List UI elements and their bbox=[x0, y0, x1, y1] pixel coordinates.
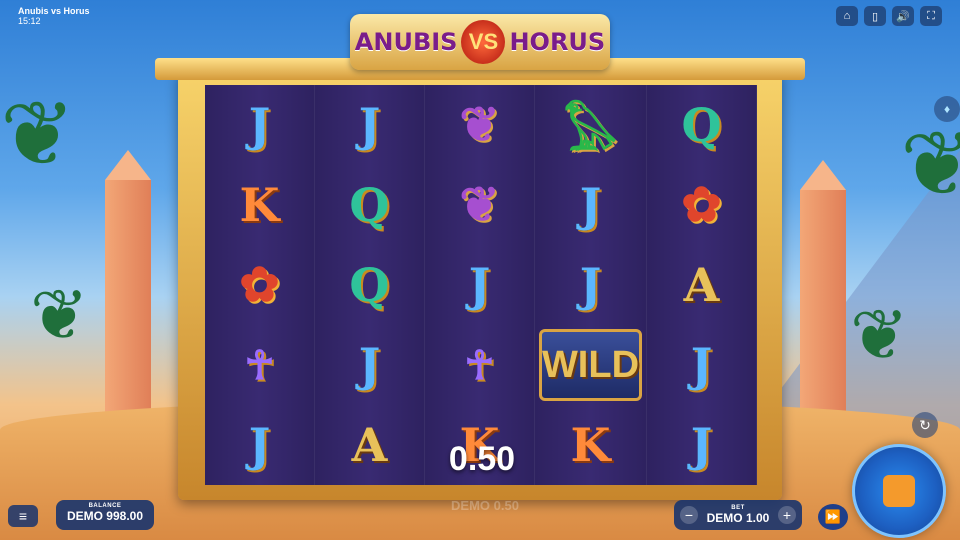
fast-forward-icon: ⏩ bbox=[824, 509, 842, 524]
palm-right: ❦ bbox=[900, 115, 960, 215]
window-title: Anubis vs Horus bbox=[18, 6, 90, 16]
symbol-j: J bbox=[579, 178, 602, 232]
symbol-q: Q bbox=[681, 98, 722, 152]
symbol-k: K bbox=[570, 418, 611, 472]
symbol-j: J bbox=[468, 258, 491, 312]
balance-value: DEMO 998.00 bbox=[66, 509, 144, 523]
palm-left: ❦ bbox=[0, 85, 76, 185]
fullscreen-icon: ⛶ bbox=[927, 9, 935, 22]
sound-button[interactable]: 🔊 bbox=[892, 6, 914, 26]
symbol-lotus: ❦ bbox=[459, 177, 500, 233]
autoplay-icon: ↻ bbox=[919, 416, 931, 433]
bet-decrease-button[interactable]: − bbox=[680, 506, 698, 524]
home-button[interactable]: ⌂ bbox=[836, 6, 858, 26]
symbol-ankh: ☥ bbox=[244, 341, 275, 389]
ghost-win-text: DEMO 0.50 bbox=[451, 498, 519, 513]
symbol-a: A bbox=[351, 418, 388, 472]
menu-button[interactable]: ≡ bbox=[8, 505, 38, 527]
menu-icon: ≡ bbox=[18, 508, 28, 524]
symbol-j: J bbox=[248, 418, 271, 472]
symbol-j: J bbox=[690, 418, 713, 472]
clock: 15:12 bbox=[18, 16, 41, 26]
symbol-q: Q bbox=[349, 178, 390, 232]
balance-panel: BALANCE DEMO 998.00 bbox=[56, 500, 154, 530]
top-toolbar: ⌂ ▯ 🔊 ⛶ bbox=[836, 6, 942, 26]
symbol-j: J bbox=[248, 98, 271, 152]
palm-left-low: ❦ bbox=[30, 276, 89, 354]
symbol-k: K bbox=[239, 178, 280, 232]
home-icon: ⌂ bbox=[843, 10, 851, 22]
autoplay-button[interactable]: ↻ bbox=[912, 412, 938, 438]
reel-4: 𓅃 J J WILD K bbox=[534, 85, 648, 485]
symbol-q: Q bbox=[349, 258, 390, 312]
obelisk-right bbox=[800, 160, 846, 430]
game-logo: ANUBIS VS HORUS bbox=[350, 14, 610, 70]
symbol-wild: WILD bbox=[538, 329, 643, 401]
reel-2: J Q Q J A bbox=[314, 85, 425, 485]
symbol-bird: 𓅃 bbox=[563, 105, 618, 161]
paytable-icon: ▯ bbox=[871, 10, 879, 23]
logo-anubis: ANUBIS bbox=[354, 28, 458, 56]
reel-grid: J K ✿ ☥ J J Q Q J A ❦ ❦ J ☥ K 𓅃 J J WILD… bbox=[205, 85, 757, 485]
reel-3: ❦ ❦ J ☥ K bbox=[424, 85, 535, 485]
fullscreen-button[interactable]: ⛶ bbox=[920, 6, 942, 26]
symbol-ankh: ☥ bbox=[464, 341, 495, 389]
bet-value: DEMO 1.00 bbox=[706, 511, 770, 525]
bet-panel: − BET DEMO 1.00 + bbox=[674, 500, 802, 530]
paytable-button[interactable]: ▯ bbox=[864, 6, 886, 26]
logo-horus: HORUS bbox=[509, 28, 606, 56]
obelisk-left bbox=[105, 150, 151, 430]
window-info: Anubis vs Horus 15:12 bbox=[18, 6, 90, 26]
symbol-j: J bbox=[690, 338, 713, 392]
symbol-scarab: ✿ bbox=[681, 177, 722, 233]
symbol-lotus: ❦ bbox=[459, 97, 500, 153]
symbol-scarab: ✿ bbox=[239, 257, 280, 313]
reel-1: J K ✿ ☥ J bbox=[205, 85, 315, 485]
symbol-j: J bbox=[579, 258, 602, 312]
palm-right-low: ❦ bbox=[850, 296, 909, 374]
sound-icon: 🔊 bbox=[896, 10, 910, 23]
symbol-j: J bbox=[358, 98, 381, 152]
gem-icon: ♦ bbox=[943, 102, 951, 116]
logo-vs: VS bbox=[461, 20, 506, 64]
reel-5: Q ✿ A J J bbox=[647, 85, 757, 485]
turbo-button[interactable]: ⏩ bbox=[818, 504, 848, 530]
symbol-a: A bbox=[683, 258, 720, 312]
gem-button[interactable]: ♦ bbox=[934, 96, 960, 122]
bet-increase-button[interactable]: + bbox=[777, 506, 796, 524]
spin-button[interactable] bbox=[852, 444, 946, 538]
stop-icon bbox=[883, 475, 915, 507]
win-amount: 0.50 bbox=[448, 440, 516, 478]
balance-label: BALANCE bbox=[88, 503, 122, 509]
symbol-j: J bbox=[358, 338, 381, 392]
